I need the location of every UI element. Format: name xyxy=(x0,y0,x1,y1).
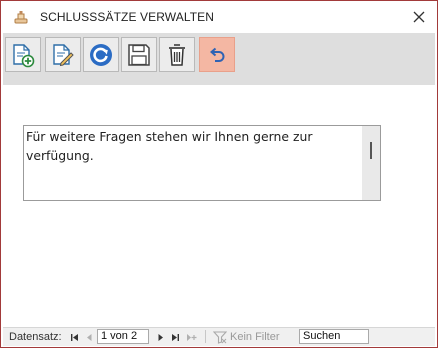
filter-icon xyxy=(213,330,227,344)
window-title: SCHLUSSSÄTZE VERWALTEN xyxy=(40,10,215,24)
document-edit-icon xyxy=(53,43,74,66)
filter-toggle[interactable]: Kein Filter xyxy=(213,330,280,344)
scrollbar-thumb[interactable] xyxy=(370,142,372,159)
refresh-button[interactable] xyxy=(83,37,119,72)
undo-icon xyxy=(209,47,225,62)
save-icon xyxy=(128,43,150,66)
last-record-button[interactable] xyxy=(169,331,181,343)
last-record-icon xyxy=(171,333,179,341)
title-bar: SCHLUSSSÄTZE VERWALTEN xyxy=(1,1,437,33)
previous-record-button[interactable] xyxy=(83,331,95,343)
document-add-icon xyxy=(13,43,35,67)
edit-record-button[interactable] xyxy=(45,37,81,72)
closing-sentence-textarea[interactable]: Für weitere Fragen stehen wir Ihnen gern… xyxy=(23,125,381,201)
first-record-button[interactable] xyxy=(68,331,80,343)
search-input[interactable]: Suchen xyxy=(299,329,369,344)
new-blank-record-icon xyxy=(186,333,196,341)
new-blank-record-button[interactable] xyxy=(185,331,197,343)
refresh-icon xyxy=(90,43,112,66)
trash-icon xyxy=(169,43,185,66)
nav-separator xyxy=(205,330,206,343)
app-icon xyxy=(13,9,29,25)
toolbar xyxy=(3,33,435,85)
close-button[interactable] xyxy=(405,3,433,31)
record-position-field[interactable]: 1 von 2 xyxy=(97,329,149,344)
new-record-button[interactable] xyxy=(5,37,41,72)
next-record-icon xyxy=(158,333,163,341)
record-label: Datensatz: xyxy=(9,331,62,343)
delete-button[interactable] xyxy=(159,37,195,72)
form-body: Für weitere Fragen stehen wir Ihnen gern… xyxy=(3,85,435,325)
undo-button[interactable] xyxy=(199,37,235,72)
dialog-window: SCHLUSSSÄTZE VERWALTEN Für weitere Frage… xyxy=(0,0,438,348)
filter-label: Kein Filter xyxy=(230,331,280,343)
next-record-button[interactable] xyxy=(154,331,166,343)
first-record-icon xyxy=(70,333,78,341)
save-button[interactable] xyxy=(121,37,157,72)
close-icon xyxy=(413,11,425,23)
closing-sentence-text[interactable]: Für weitere Fragen stehen wir Ihnen gern… xyxy=(26,127,360,165)
record-navigation-bar: Datensatz: 1 von 2 Kein Filter Suchen xyxy=(3,327,435,346)
vertical-scrollbar[interactable] xyxy=(362,126,380,200)
previous-record-icon xyxy=(86,333,91,341)
